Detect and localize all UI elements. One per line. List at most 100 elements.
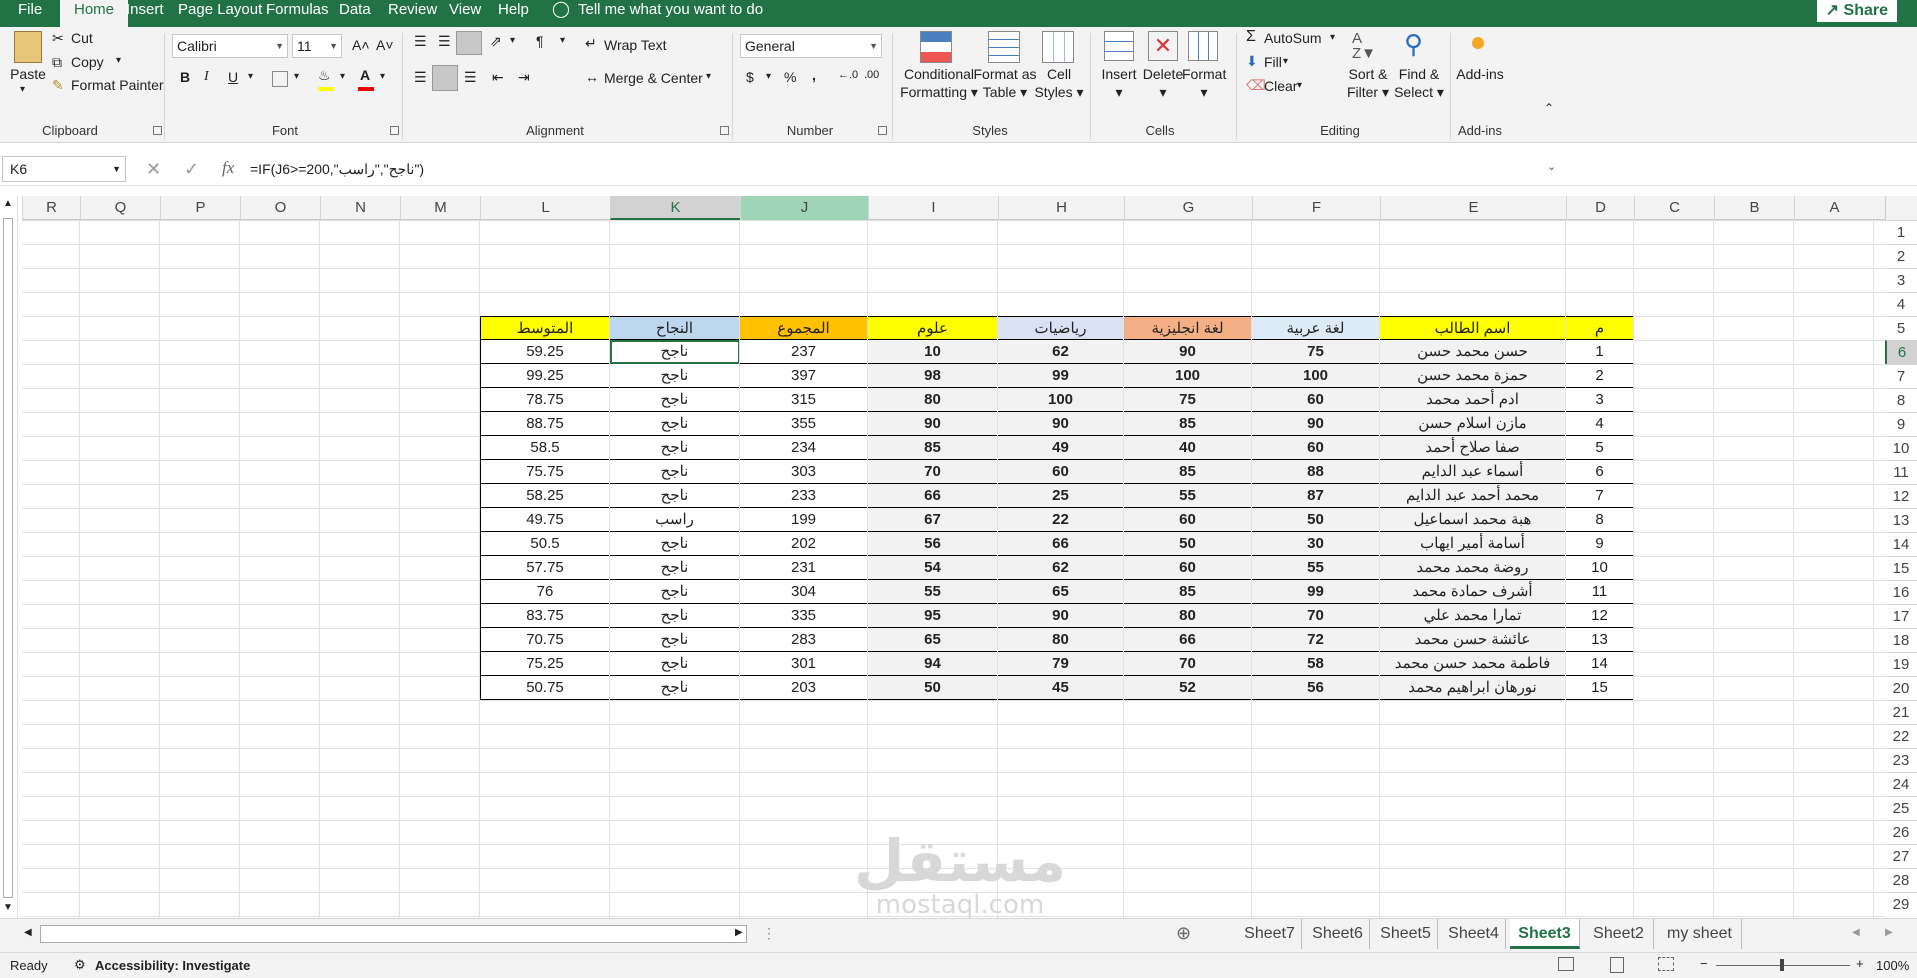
row-header-9[interactable]: 9: [1885, 412, 1917, 436]
table-cell-J[interactable]: 315: [740, 388, 868, 412]
sheet-tab[interactable]: Sheet6: [1306, 919, 1370, 949]
zoom-in-icon[interactable]: +: [1856, 956, 1864, 971]
autosum-button[interactable]: AutoSum: [1264, 30, 1322, 46]
table-cell-D[interactable]: 5: [1566, 436, 1634, 460]
sheet-tab[interactable]: Sheet2: [1584, 919, 1654, 949]
cell-styles-button[interactable]: Cell Styles ▾: [1034, 65, 1084, 101]
fill-dropdown-icon[interactable]: ▾: [1283, 56, 1288, 67]
table-cell-J[interactable]: 202: [740, 532, 868, 556]
formula-input[interactable]: =IF(J6>=200,"ناجح","راسب"): [250, 152, 424, 186]
vertical-scrollbar[interactable]: ▲ ▼: [0, 196, 18, 918]
table-cell-F[interactable]: 30: [1252, 532, 1380, 556]
table-cell-H[interactable]: 62: [998, 556, 1124, 580]
table-header-L[interactable]: المتوسط: [480, 316, 610, 340]
table-cell-L[interactable]: 57.75: [480, 556, 610, 580]
column-header-A[interactable]: A: [1794, 196, 1874, 220]
table-cell-I[interactable]: 70: [868, 460, 998, 484]
row-header-14[interactable]: 14: [1885, 532, 1917, 556]
zoom-out-icon[interactable]: −: [1700, 956, 1708, 971]
row-header-24[interactable]: 24: [1885, 772, 1917, 796]
bold-icon[interactable]: B: [180, 69, 190, 85]
clear-dropdown-icon[interactable]: ▾: [1297, 80, 1302, 91]
table-cell-D[interactable]: 11: [1566, 580, 1634, 604]
table-cell-E[interactable]: مازن اسلام حسن: [1380, 412, 1566, 436]
row-header-20[interactable]: 20: [1885, 676, 1917, 700]
column-header-B[interactable]: B: [1714, 196, 1794, 220]
zoom-level[interactable]: 100%: [1876, 958, 1909, 973]
share-button[interactable]: ↗ Share: [1816, 0, 1897, 22]
table-cell-E[interactable]: روضة محمد محمد: [1380, 556, 1566, 580]
tell-me-search[interactable]: Tell me what you want to do: [578, 0, 763, 27]
add-ins-button[interactable]: Add-ins: [1456, 65, 1504, 83]
table-cell-D[interactable]: 15: [1566, 676, 1634, 700]
table-cell-G[interactable]: 85: [1124, 460, 1252, 484]
paste-button[interactable]: Paste: [8, 65, 48, 83]
font-color-dropdown-icon[interactable]: ▾: [380, 71, 385, 82]
italic-icon[interactable]: I: [204, 69, 209, 85]
table-cell-E[interactable]: أسامة أمير ايهاب: [1380, 532, 1566, 556]
clipboard-launcher-icon[interactable]: [153, 126, 162, 135]
table-cell-L[interactable]: 78.75: [480, 388, 610, 412]
sheet-tab[interactable]: my sheet: [1658, 919, 1742, 949]
scroll-up-icon[interactable]: ▲: [3, 198, 13, 209]
table-cell-K[interactable]: ناجح: [610, 484, 740, 508]
table-cell-L[interactable]: 83.75: [480, 604, 610, 628]
table-cell-G[interactable]: 85: [1124, 412, 1252, 436]
menu-data[interactable]: Data: [339, 0, 371, 27]
align-center-icon[interactable]: [432, 65, 458, 91]
table-cell-J[interactable]: 199: [740, 508, 868, 532]
table-cell-J[interactable]: 301: [740, 652, 868, 676]
sheet-tab[interactable]: Sheet5: [1374, 919, 1438, 949]
table-cell-J[interactable]: 335: [740, 604, 868, 628]
cut-button[interactable]: Cut: [71, 30, 93, 46]
percent-icon[interactable]: %: [784, 69, 796, 85]
fill-button[interactable]: Fill: [1264, 54, 1282, 70]
table-cell-D[interactable]: 4: [1566, 412, 1634, 436]
menu-help[interactable]: Help: [498, 0, 529, 27]
table-cell-I[interactable]: 50: [868, 676, 998, 700]
table-cell-K[interactable]: ناجح: [610, 436, 740, 460]
merge-center-button[interactable]: Merge & Center: [604, 70, 703, 86]
table-header-H[interactable]: رياضيات: [998, 316, 1124, 340]
table-cell-H[interactable]: 45: [998, 676, 1124, 700]
find-select-button[interactable]: Find & Select ▾: [1392, 65, 1446, 101]
underline-dropdown-icon[interactable]: ▾: [248, 71, 253, 82]
column-header-C[interactable]: C: [1634, 196, 1714, 220]
row-header-6[interactable]: 6: [1885, 340, 1917, 364]
table-cell-F[interactable]: 90: [1252, 412, 1380, 436]
currency-dropdown-icon[interactable]: ▾: [766, 71, 771, 82]
row-header-17[interactable]: 17: [1885, 604, 1917, 628]
table-cell-L[interactable]: 59.25: [480, 340, 610, 364]
expand-formula-icon[interactable]: ⌄: [1547, 160, 1556, 173]
autosum-dropdown-icon[interactable]: ▾: [1330, 32, 1335, 43]
tab-nav-right-icon[interactable]: ▶: [1885, 927, 1893, 938]
table-cell-H[interactable]: 66: [998, 532, 1124, 556]
table-cell-E[interactable]: نورهان ابراهيم محمد: [1380, 676, 1566, 700]
row-header-25[interactable]: 25: [1885, 796, 1917, 820]
font-name-combo[interactable]: Calibri ▼: [172, 34, 288, 58]
table-cell-I[interactable]: 98: [868, 364, 998, 388]
table-cell-K[interactable]: ناجح: [610, 652, 740, 676]
table-header-G[interactable]: لغة انجليزية: [1124, 316, 1252, 340]
table-cell-I[interactable]: 67: [868, 508, 998, 532]
table-cell-F[interactable]: 100: [1252, 364, 1380, 388]
worksheet[interactable]: RQPONMLKJIHGFEDCBA 1 2 3 4 5 6 7 8 9 10 11 12 13 14 15…: [0, 196, 1917, 918]
table-cell-E[interactable]: هبة محمد اسماعيل: [1380, 508, 1566, 532]
column-header-I[interactable]: I: [868, 196, 998, 220]
table-cell-J[interactable]: 303: [740, 460, 868, 484]
table-cell-H[interactable]: 79: [998, 652, 1124, 676]
merge-dropdown-icon[interactable]: ▾: [706, 71, 711, 82]
table-cell-I[interactable]: 95: [868, 604, 998, 628]
table-cell-K[interactable]: ناجح: [610, 556, 740, 580]
table-cell-G[interactable]: 90: [1124, 340, 1252, 364]
orientation-dropdown-icon[interactable]: ▾: [510, 35, 515, 46]
table-header-D[interactable]: م: [1566, 316, 1634, 340]
table-cell-G[interactable]: 66: [1124, 628, 1252, 652]
rtl-dropdown-icon[interactable]: ▾: [560, 35, 565, 46]
add-sheet-icon[interactable]: ⊕: [1176, 923, 1191, 944]
table-cell-G[interactable]: 55: [1124, 484, 1252, 508]
row-header-27[interactable]: 27: [1885, 844, 1917, 868]
decrease-decimal-icon[interactable]: .00: [864, 69, 879, 81]
table-cell-F[interactable]: 56: [1252, 676, 1380, 700]
table-header-I[interactable]: علوم: [868, 316, 998, 340]
